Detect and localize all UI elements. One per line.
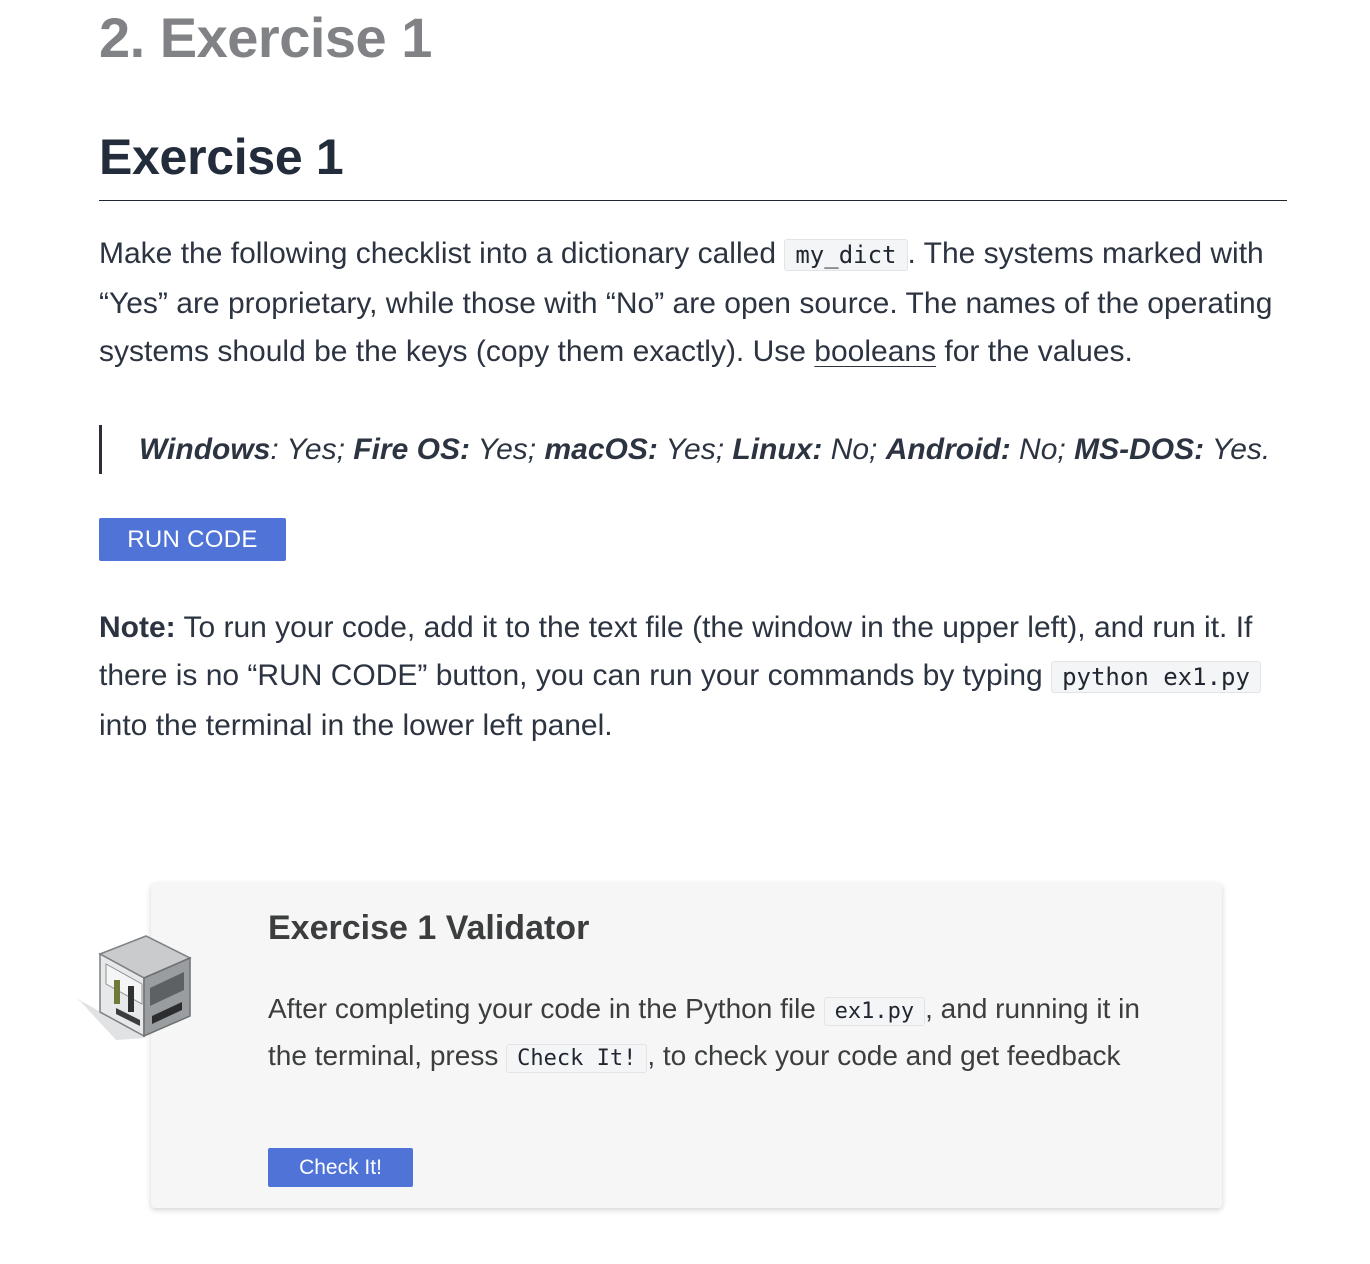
validator-text-3: , to check your code and get feedback [647,1040,1121,1071]
checklist-value: Yes; [469,432,537,466]
checklist-os-name: MS-DOS: [1074,432,1205,466]
checklist-value: Yes. [1204,432,1271,466]
validator-instructions: After completing your code in the Python… [268,987,1168,1081]
inline-code-filename: ex1.py [823,997,926,1026]
note-label: Note: [99,610,176,644]
validator-cube-icon [76,935,192,1040]
checklist-os-name: Linux: [732,432,823,466]
checklist-separator: : [270,432,279,466]
checklist-os-name: macOS: [544,432,658,466]
inline-code-command: python ex1.py [1051,661,1261,693]
note-text-2: into the terminal in the lower left pane… [99,708,613,742]
run-note: Note: To run your code, add it to the te… [99,604,1287,751]
validator-title: Exercise 1 Validator [268,909,590,947]
checklist-blockquote: Windows: Yes; Fire OS: Yes; macOS: Yes; … [99,424,1279,474]
intro-text-3: for the values. [936,335,1133,368]
checklist-value: No; [822,432,878,466]
checklist-os-name: Android: [885,432,1011,466]
checklist-value: Yes; [657,432,725,466]
page: 2. Exercise 1 Exercise 1 Make the follow… [0,0,1370,1264]
section-title: 2. Exercise 1 [99,6,432,69]
inline-code-my-dict: my_dict [784,239,908,271]
exercise-intro: Make the following checklist into a dict… [99,230,1287,377]
validator-text-1: After completing your code in the Python… [268,993,824,1024]
checklist-os-name: Fire OS: [353,432,470,466]
checklist-os-name: Windows [139,432,271,466]
validator-panel: Exercise 1 Validator After completing yo… [151,883,1222,1208]
inline-code-check-it: Check It! [506,1044,648,1073]
exercise-heading: Exercise 1 [99,124,1287,201]
run-code-button[interactable]: RUN CODE [99,517,286,561]
booleans-link[interactable]: booleans [814,335,936,368]
checklist-value: No; [1010,432,1066,466]
checklist-value: Yes; [278,432,345,466]
content: 2. Exercise 1 Exercise 1 Make the follow… [99,0,1287,750]
intro-text-1: Make the following checklist into a dict… [99,237,785,270]
check-it-button[interactable]: Check It! [268,1148,413,1187]
